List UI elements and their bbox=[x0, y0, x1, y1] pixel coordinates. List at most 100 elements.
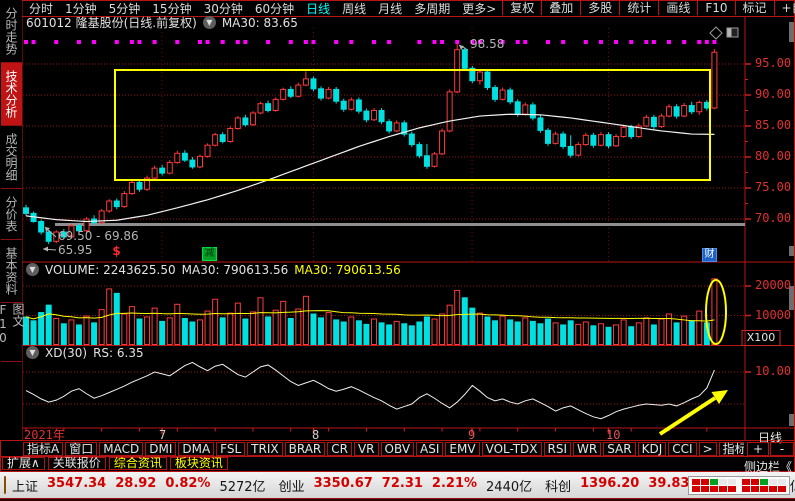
sidebar-item-分时走势[interactable]: 分时走势 bbox=[1, 0, 22, 63]
index-change: 39.83 bbox=[648, 476, 689, 495]
info-tab-扩展∧[interactable]: 扩展∧ bbox=[2, 457, 45, 470]
indicator-tab-WR[interactable]: WR bbox=[573, 442, 601, 456]
event-marker-icon[interactable]: $ bbox=[110, 245, 123, 257]
period-tab-60分钟[interactable]: 60分钟 bbox=[249, 0, 300, 17]
price-tick-95.00: 95.00 bbox=[755, 57, 791, 70]
indicator-tab-BRAR[interactable]: BRAR bbox=[285, 442, 326, 456]
market-minimap[interactable] bbox=[688, 476, 790, 495]
left-sidebar: 分时走势技术分析成交明细分价表基本资料图文F10 bbox=[0, 0, 22, 440]
price-tick-75.00: 75.00 bbox=[755, 181, 791, 194]
period-tab-月线[interactable]: 月线 bbox=[372, 0, 408, 17]
index-amount: 2440亿 bbox=[486, 476, 532, 495]
index-pct: 2.21% bbox=[432, 476, 477, 495]
indicator-tab-DMI[interactable]: DMI bbox=[145, 442, 176, 456]
gap-zone-label: 69.50 - 69.86 bbox=[58, 230, 139, 242]
indicator-tab-CR[interactable]: CR bbox=[327, 442, 352, 456]
index-change: 28.92 bbox=[115, 476, 156, 495]
chevron-down-icon[interactable]: ▼ bbox=[26, 346, 39, 359]
zoom-out-button[interactable]: - bbox=[770, 442, 794, 456]
info-tab-板块资讯[interactable]: 板块资讯 bbox=[170, 457, 228, 470]
indicator-tab-FSL[interactable]: FSL bbox=[216, 442, 245, 456]
indicator-tab-SAR[interactable]: SAR bbox=[603, 442, 635, 456]
volume-unit-label: X100 bbox=[743, 331, 779, 344]
price-tick-70.00: 70.00 bbox=[755, 212, 791, 225]
app-icon[interactable] bbox=[4, 476, 6, 494]
toolbar-action-F10[interactable]: F10 bbox=[697, 1, 734, 15]
volume-ma2: MA30: 790613.56 bbox=[294, 264, 401, 276]
top-toolbar: 分时1分钟5分钟15分钟30分钟60分钟日线周线月线多周期更多> 复权叠加多股统… bbox=[23, 0, 795, 16]
info-tab-关联报价[interactable]: 关联报价 bbox=[48, 457, 106, 470]
index-amount: 5272亿 bbox=[219, 476, 265, 495]
toolbar-action-画线[interactable]: 画线 bbox=[658, 1, 697, 15]
high-price-label: 98.58 bbox=[470, 38, 504, 50]
indicator-tab-OBV[interactable]: OBV bbox=[381, 442, 415, 456]
toolbar-actions: 复权叠加多股统计画线F10标记+自选返回 bbox=[502, 0, 795, 16]
indicator-tab-VOL-TDX[interactable]: VOL-TDX bbox=[482, 442, 542, 456]
volume-tick-10000: 10000 bbox=[755, 309, 791, 322]
xd-header: ▼ XD(30) RS: 6.35 bbox=[26, 346, 144, 359]
period-tab-15分钟[interactable]: 15分钟 bbox=[146, 0, 197, 17]
reduce-holding-icon[interactable]: 减 bbox=[202, 247, 217, 261]
index-value: 1396.20 bbox=[580, 476, 639, 495]
sidebar-item-分价表[interactable]: 分价表 bbox=[1, 189, 22, 240]
price-tick-90.00: 90.00 bbox=[755, 88, 791, 101]
chevron-down-icon[interactable]: ▼ bbox=[203, 16, 216, 29]
toolbar-action-统计[interactable]: 统计 bbox=[619, 1, 658, 15]
low-price-label: 65.95 bbox=[58, 244, 92, 256]
sidebar-item-图文F10[interactable]: 图文F10 bbox=[1, 303, 22, 362]
index-name: 创业 bbox=[279, 476, 305, 495]
ma30-value: MA30: 83.65 bbox=[222, 17, 298, 29]
toolbar-action-标记[interactable]: 标记 bbox=[735, 1, 774, 15]
toolbar-action-复权[interactable]: 复权 bbox=[502, 1, 541, 15]
period-tab-分时[interactable]: 分时 bbox=[23, 0, 59, 17]
toolbar-action-多股[interactable]: 多股 bbox=[580, 1, 619, 15]
stock-title: 601012 隆基股份(日线.前复权) bbox=[26, 17, 197, 29]
finance-report-icon[interactable]: 财 bbox=[702, 248, 717, 262]
index-quote-创业: 创业3350.6772.312.21%2440亿 bbox=[279, 476, 533, 495]
index-change: 72.31 bbox=[382, 476, 423, 495]
indicator-tabs: 指标A窗口MACDDMIDMAFSLTRIXBRARCRVROBVASIEMVV… bbox=[23, 441, 744, 456]
period-tab-1分钟[interactable]: 1分钟 bbox=[59, 0, 103, 17]
indicator-tab-窗口[interactable]: 窗口 bbox=[65, 442, 97, 456]
chart-header: 601012 隆基股份(日线.前复权) ▼ MA30: 83.65 bbox=[26, 16, 298, 29]
indicator-tab-VR[interactable]: VR bbox=[354, 442, 379, 456]
indicator-tab-KDJ[interactable]: KDJ bbox=[638, 442, 667, 456]
period-tab-日线[interactable]: 日线 bbox=[300, 0, 336, 17]
indicator-tab-DMA[interactable]: DMA bbox=[178, 442, 214, 456]
chevron-down-icon[interactable]: ▼ bbox=[26, 263, 39, 276]
indicator-tab-MACD[interactable]: MACD bbox=[99, 442, 143, 456]
minimap-group bbox=[742, 479, 786, 492]
indicator-tab-指标A[interactable]: 指标A bbox=[23, 442, 63, 456]
indicator-tab-TRIX[interactable]: TRIX bbox=[247, 442, 282, 456]
index-pct: 0.82% bbox=[165, 476, 210, 495]
toolbar-action-+自选[interactable]: +自选 bbox=[774, 1, 795, 15]
volume-ma1: MA30: 790613.56 bbox=[182, 264, 289, 276]
sidebar-item-基本资料[interactable]: 基本资料 bbox=[1, 240, 22, 303]
price-tick-80.00: 80.00 bbox=[755, 150, 791, 163]
indicator-tab-指标B[interactable]: 指标B bbox=[719, 442, 744, 456]
indicator-tab->[interactable]: > bbox=[699, 442, 717, 456]
minimap-group bbox=[692, 479, 736, 492]
volume-tick-20000: 20000 bbox=[755, 279, 791, 292]
info-tab-综合资讯[interactable]: 综合资讯 bbox=[109, 457, 167, 470]
period-tab-5分钟[interactable]: 5分钟 bbox=[103, 0, 147, 17]
period-tab-更多>[interactable]: 更多> bbox=[456, 0, 502, 17]
toolbar-action-叠加[interactable]: 叠加 bbox=[541, 1, 580, 15]
period-tab-30分钟[interactable]: 30分钟 bbox=[198, 0, 249, 17]
indicator-tab-RSI[interactable]: RSI bbox=[544, 442, 572, 456]
period-tabs: 分时1分钟5分钟15分钟30分钟60分钟日线周线月线多周期更多> bbox=[23, 0, 502, 17]
trading-app-window: 分时1分钟5分钟15分钟30分钟60分钟日线周线月线多周期更多> 复权叠加多股统… bbox=[0, 0, 795, 501]
volume-header: ▼ VOLUME: 2243625.50 MA30: 790613.56 MA3… bbox=[26, 263, 401, 276]
index-quote-上证: 上证3547.3428.920.82%5272亿 bbox=[12, 476, 266, 495]
indicator-tab-EMV[interactable]: EMV bbox=[445, 442, 479, 456]
sidebar-item-技术分析[interactable]: 技术分析 bbox=[1, 63, 22, 126]
period-tab-多周期[interactable]: 多周期 bbox=[408, 0, 456, 17]
sidebar-item-成交明细[interactable]: 成交明细 bbox=[1, 126, 22, 189]
indicator-tab-CCI[interactable]: CCI bbox=[668, 442, 696, 456]
index-value: 3547.34 bbox=[47, 476, 106, 495]
indicator-tab-ASI[interactable]: ASI bbox=[416, 442, 443, 456]
volume-value: VOLUME: 2243625.50 bbox=[45, 264, 176, 276]
zoom-in-button[interactable]: + bbox=[747, 442, 769, 456]
period-tab-周线[interactable]: 周线 bbox=[336, 0, 372, 17]
price-tick-85.00: 85.00 bbox=[755, 119, 791, 132]
